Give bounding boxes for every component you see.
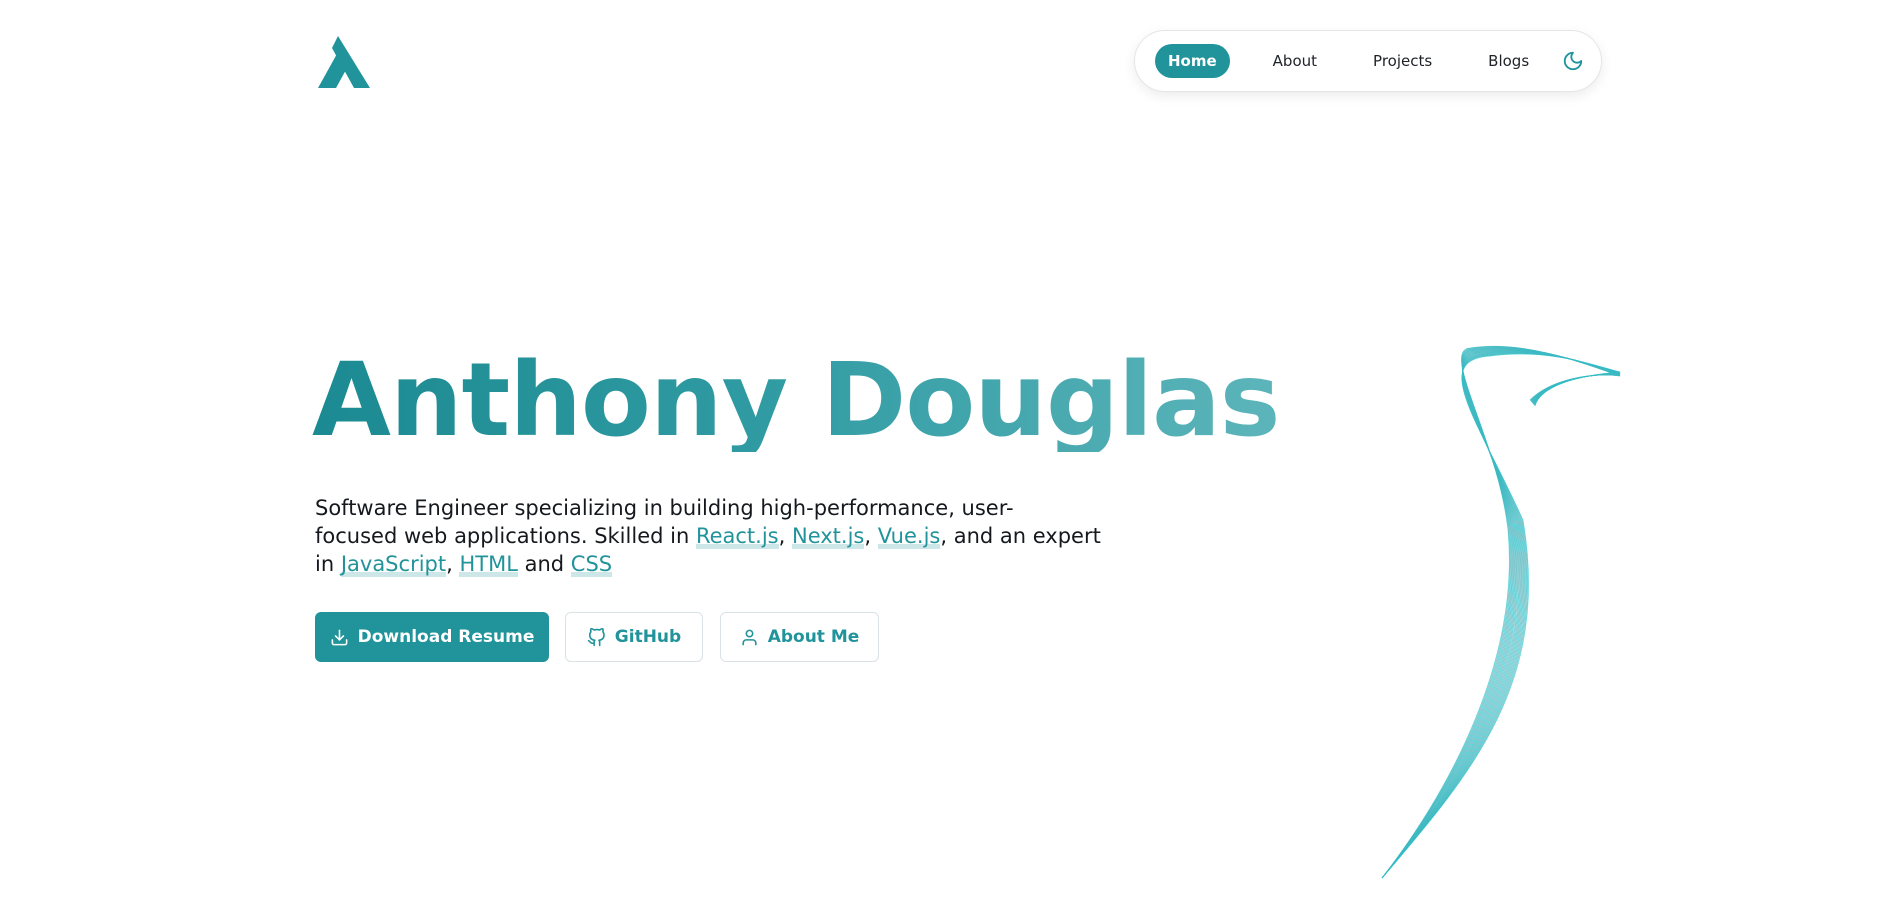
- ribbon-strand: [1381, 352, 1621, 879]
- description-text: , and an expert: [940, 524, 1101, 548]
- ribbon-strand: [1381, 348, 1621, 879]
- ribbon-strand: [1381, 350, 1621, 879]
- download-icon: [331, 629, 348, 645]
- description-text: focused web applications. Skilled in: [315, 524, 696, 548]
- ribbon-strand: [1381, 346, 1621, 879]
- ribbon-strand: [1381, 352, 1621, 879]
- moon-icon: [1564, 51, 1583, 71]
- ribbon-strand: [1381, 349, 1621, 879]
- description-line-1: Software Engineer specializing in buildi…: [315, 496, 1014, 520]
- ribbon-strand: [1381, 347, 1621, 879]
- description-line-2: focused web applications. Skilled in Rea…: [315, 522, 1101, 550]
- download-resume-label: Download Resume: [357, 627, 535, 647]
- theme-toggle-button[interactable]: [1562, 48, 1584, 74]
- ribbon-strand: [1381, 349, 1621, 879]
- tech-link-vue[interactable]: Vue.js: [877, 524, 941, 549]
- ribbon-strand: [1381, 351, 1621, 879]
- nav-item-projects[interactable]: Projects: [1360, 44, 1445, 78]
- about-me-label: About Me: [767, 627, 860, 647]
- tech-link-javascript[interactable]: JavaScript: [340, 552, 447, 577]
- ribbon-strand: [1381, 347, 1621, 879]
- tech-link-next[interactable]: Next.js: [791, 524, 865, 549]
- ribbon-strand: [1381, 353, 1621, 879]
- ribbon-strand: [1381, 348, 1621, 879]
- github-button[interactable]: GitHub: [565, 612, 703, 662]
- ribbon-strand: [1381, 353, 1621, 879]
- github-label: GitHub: [614, 627, 682, 647]
- ribbon-strand: [1381, 351, 1621, 879]
- stylized-a-logo-icon: [318, 36, 370, 88]
- description-text: and: [517, 552, 571, 576]
- hero-description: Software Engineer specializing in buildi…: [315, 494, 1101, 578]
- ribbon-strand: [1381, 350, 1621, 879]
- description-text: in: [315, 552, 341, 576]
- decorative-ribbon: [1381, 345, 1621, 879]
- page: Home About Projects Blogs Anthony Dougla…: [0, 0, 1900, 908]
- user-icon: [742, 629, 757, 645]
- ribbon-strand: [1381, 346, 1621, 879]
- ribbon-strand: [1381, 346, 1621, 879]
- description-line-3: in JavaScript, HTML and CSS: [315, 550, 1095, 578]
- tech-link-react[interactable]: React.js: [695, 524, 779, 549]
- site-logo[interactable]: [318, 36, 370, 88]
- ribbon-strand: [1381, 349, 1621, 879]
- tech-link-html[interactable]: HTML: [459, 552, 518, 577]
- tech-link-css[interactable]: CSS: [570, 552, 613, 577]
- ribbon-strand: [1381, 351, 1621, 879]
- separator: ,: [778, 524, 786, 548]
- hero-title: Anthony Douglas: [312, 341, 1280, 460]
- main-nav: Home About Projects Blogs: [1134, 30, 1602, 92]
- separator: ,: [864, 524, 872, 548]
- ribbon-strand: [1381, 346, 1621, 879]
- separator: ,: [446, 552, 453, 576]
- nav-item-about[interactable]: About: [1260, 44, 1330, 78]
- ribbon-strand: [1381, 347, 1621, 879]
- ribbon-strand: [1381, 352, 1621, 879]
- ribbon-strand: [1381, 345, 1621, 879]
- ribbon-strand: [1381, 348, 1621, 879]
- nav-item-blogs[interactable]: Blogs: [1475, 44, 1542, 78]
- github-icon: [587, 627, 605, 646]
- download-resume-button[interactable]: Download Resume: [315, 612, 549, 662]
- nav-item-home[interactable]: Home: [1155, 44, 1230, 78]
- ribbon-strand: [1381, 350, 1621, 879]
- ribbon-strand: [1381, 349, 1621, 879]
- about-me-button[interactable]: About Me: [720, 612, 879, 662]
- ribbon-strand: [1381, 353, 1621, 879]
- ribbon-strand: [1381, 351, 1621, 879]
